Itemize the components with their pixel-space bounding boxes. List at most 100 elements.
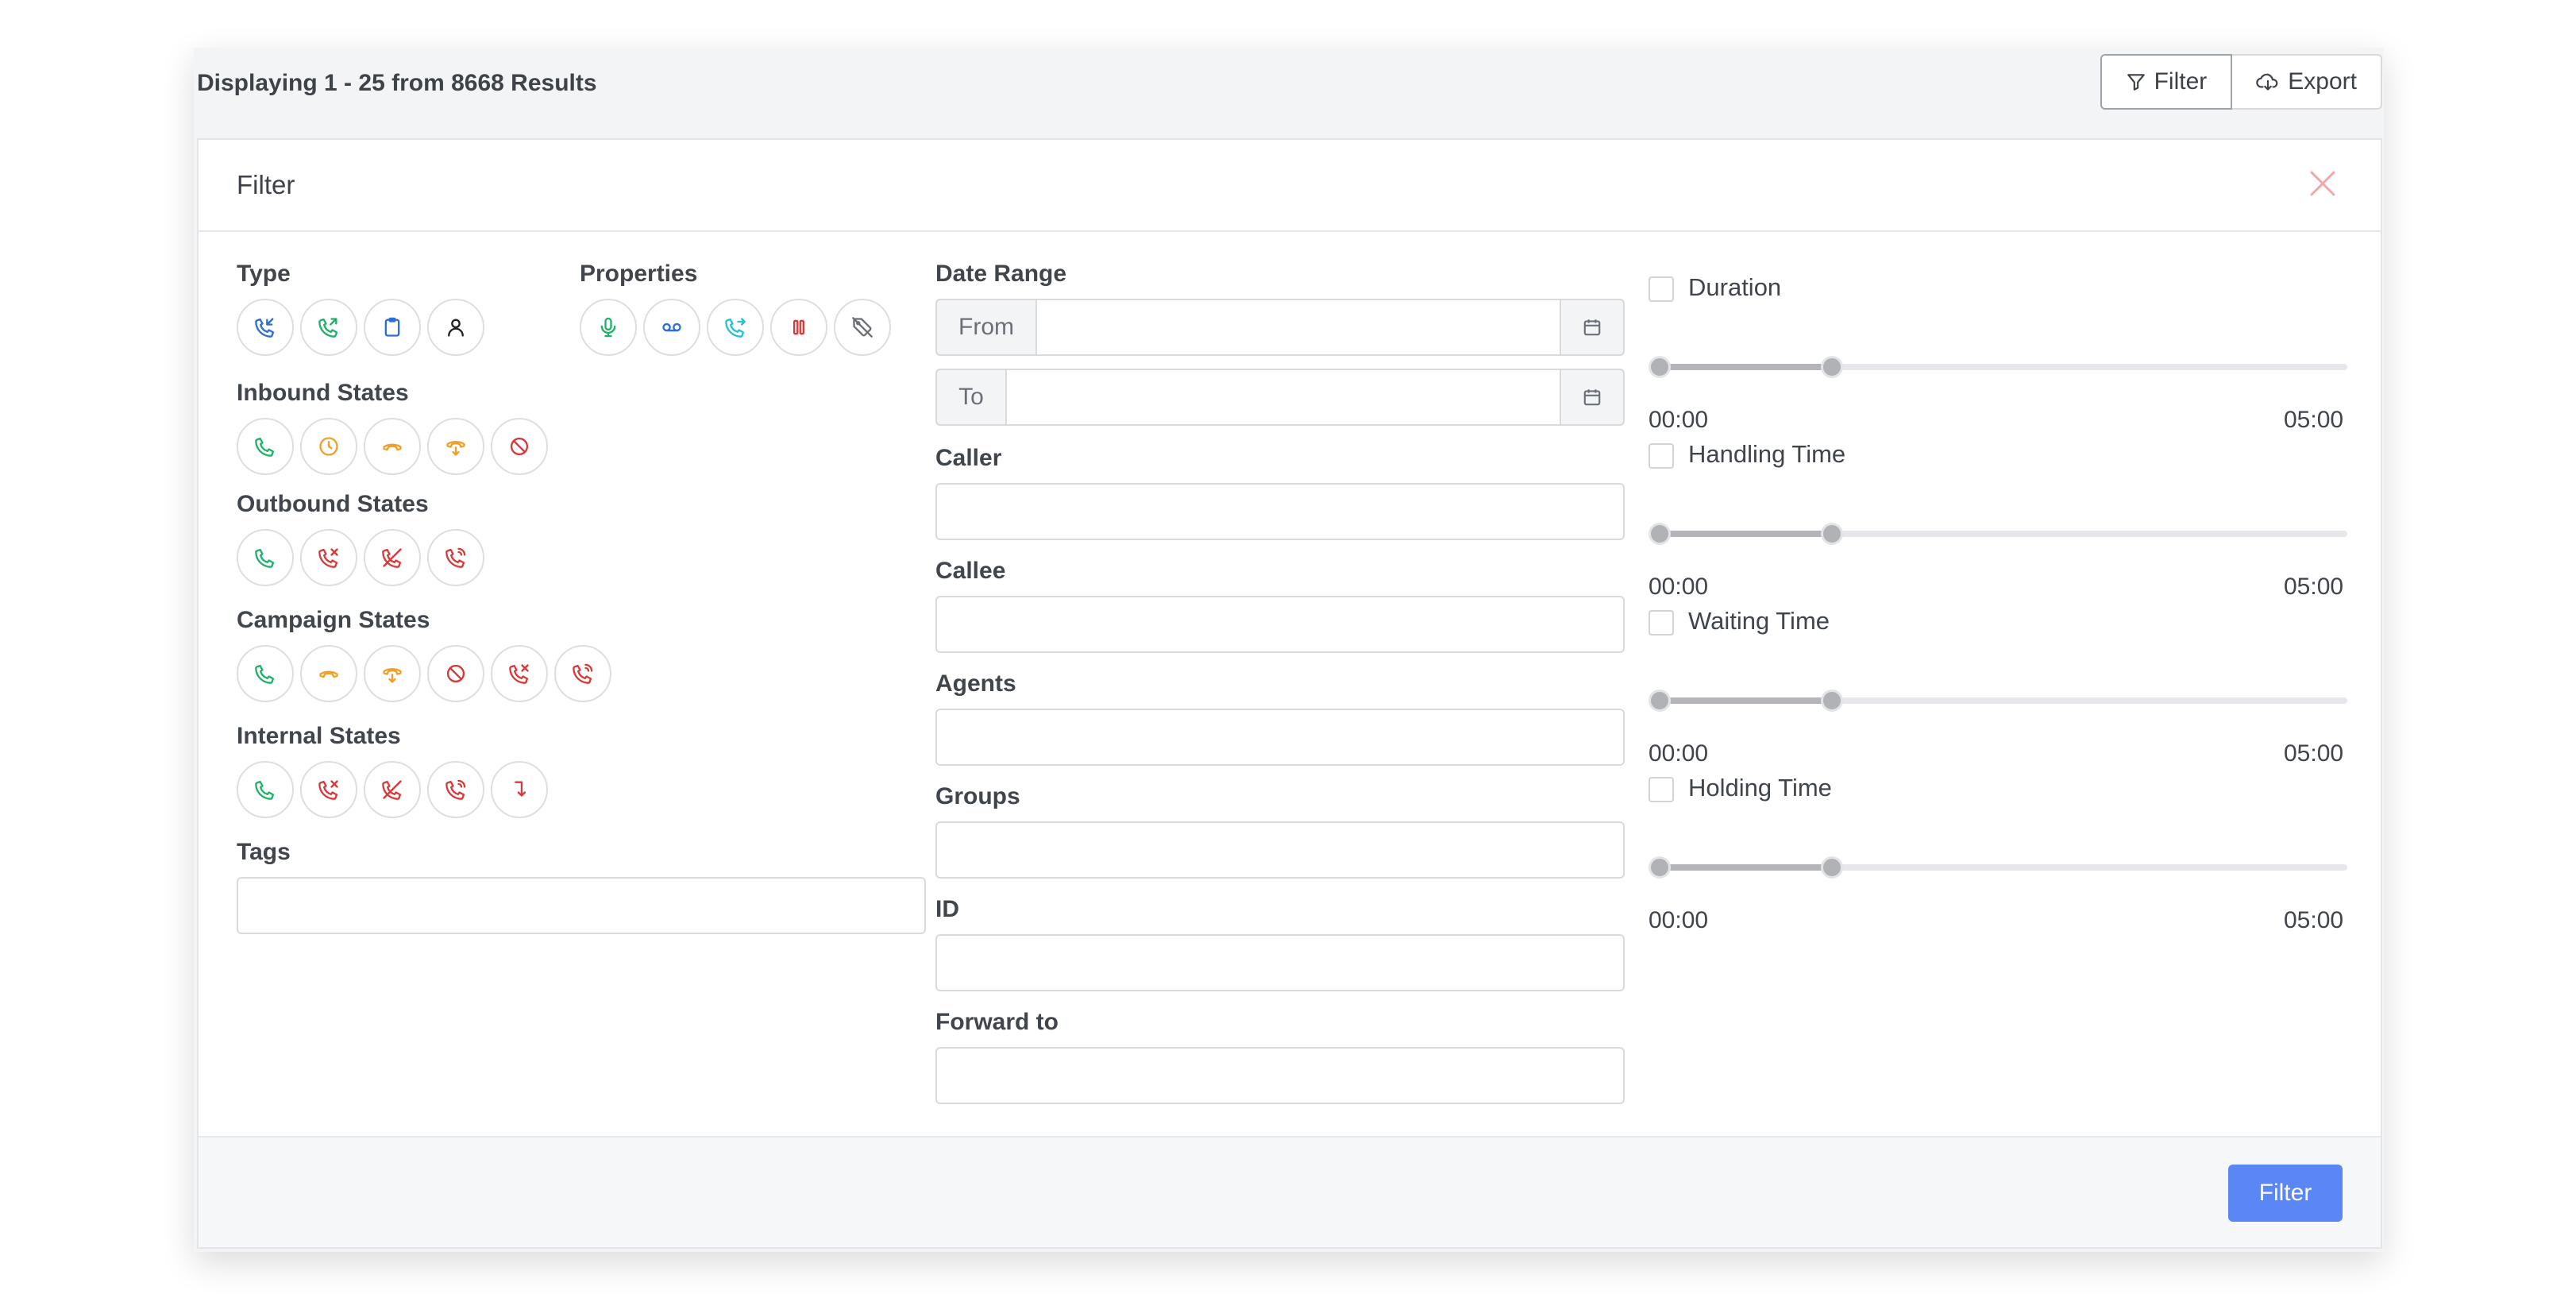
microphone-icon <box>600 317 616 338</box>
date-to-input[interactable] <box>1007 370 1560 424</box>
tags-label: Tags <box>237 839 291 865</box>
date-range-label: Date Range <box>935 261 1067 287</box>
campaign-abandoned-button[interactable] <box>300 645 357 702</box>
forward-to-label: Forward to <box>935 1009 1059 1035</box>
forward-to-input[interactable] <box>935 1047 1625 1104</box>
inbound-voicemail-button[interactable] <box>427 418 484 475</box>
duration-slider-min-handle[interactable] <box>1649 356 1671 378</box>
waiting-time-slider-max-handle[interactable] <box>1820 690 1843 712</box>
tags-input[interactable] <box>237 877 926 934</box>
id-input[interactable] <box>935 934 1625 991</box>
caller-input[interactable] <box>935 483 1625 540</box>
holding-time-checkbox[interactable] <box>1649 777 1674 802</box>
filter-toggle-button[interactable]: Filter <box>2100 54 2233 110</box>
callee-input[interactable] <box>935 596 1625 653</box>
outbound-state-icons <box>237 529 484 586</box>
handling-time-slider-min-handle[interactable] <box>1649 523 1671 545</box>
internal-states-label: Internal States <box>237 723 401 749</box>
properties-label: Properties <box>580 261 698 287</box>
internal-failed-button[interactable] <box>300 761 357 818</box>
inbound-waiting-button[interactable] <box>300 418 357 475</box>
inbound-abandoned-button[interactable] <box>364 418 421 475</box>
handling-time-slider-fill <box>1660 531 1832 537</box>
inbound-rejected-button[interactable] <box>491 418 548 475</box>
campaign-rejected-button[interactable] <box>427 645 484 702</box>
duration-checkbox[interactable] <box>1649 276 1674 302</box>
voicemail-icon <box>662 323 681 332</box>
phone-icon <box>255 437 275 457</box>
internal-forwarded-button[interactable] <box>491 761 548 818</box>
internal-busy-button[interactable] <box>427 761 484 818</box>
campaign-voicemail-button[interactable] <box>364 645 421 702</box>
holding-time-slider-min-handle[interactable] <box>1649 856 1671 879</box>
inbound-call-type-button[interactable] <box>237 299 294 356</box>
inbound-states-label: Inbound States <box>237 380 409 406</box>
phone-forward-icon <box>725 318 746 338</box>
callee-label: Callee <box>935 558 1006 584</box>
waiting-time-slider-min-handle[interactable] <box>1649 690 1671 712</box>
handling-time-checkbox[interactable] <box>1649 443 1674 469</box>
date-from-input[interactable] <box>1037 300 1560 354</box>
phone-hangup-down-icon <box>383 667 402 683</box>
phone-outgoing-icon <box>318 318 338 338</box>
hold-property-button[interactable] <box>770 299 827 356</box>
filter-icon <box>2127 74 2145 91</box>
handling-time-min-value: 00:00 <box>1649 574 1709 600</box>
waiting-time-checkbox[interactable] <box>1649 610 1674 635</box>
date-to-label: To <box>937 370 1007 424</box>
forwarded-property-button[interactable] <box>707 299 764 356</box>
pause-icon <box>793 319 804 335</box>
agents-input[interactable] <box>935 709 1625 766</box>
clipboard-icon <box>384 317 400 337</box>
outbound-call-type-button[interactable] <box>300 299 357 356</box>
tag-off-icon <box>852 317 873 338</box>
filter-panel: Filter Type Properties Inbound States Ou… <box>197 138 2382 1249</box>
outbound-cancelled-button[interactable] <box>364 529 421 586</box>
date-from-calendar-button[interactable] <box>1560 300 1623 354</box>
date-to-calendar-button[interactable] <box>1560 370 1623 424</box>
results-count: Displaying 1 - 25 from 8668 Results <box>197 70 597 96</box>
holding-time-slider-max-handle[interactable] <box>1820 856 1843 879</box>
campaign-answered-button[interactable] <box>237 645 294 702</box>
toolbar: Filter Export <box>2100 54 2382 110</box>
duration-slider-max-handle[interactable] <box>1820 356 1843 378</box>
phone-icon <box>255 548 275 568</box>
filter-panel-header: Filter <box>199 140 2381 232</box>
clock-icon <box>319 437 338 456</box>
caller-label: Caller <box>935 445 1002 471</box>
waiting-time-label: Waiting Time <box>1688 607 1830 635</box>
internal-type-button[interactable] <box>427 299 484 356</box>
phone-off-icon <box>382 548 402 568</box>
user-icon <box>448 319 464 337</box>
holding-time-label: Holding Time <box>1688 774 1832 802</box>
internal-cancelled-button[interactable] <box>364 761 421 818</box>
campaign-type-button[interactable] <box>364 299 421 356</box>
export-button[interactable]: Export <box>2232 54 2382 110</box>
recording-property-button[interactable] <box>580 299 637 356</box>
cloud-download-icon <box>2256 73 2278 91</box>
duration-max-value: 05:00 <box>2284 407 2344 433</box>
outbound-answered-button[interactable] <box>237 529 294 586</box>
outbound-failed-button[interactable] <box>300 529 357 586</box>
internal-answered-button[interactable] <box>237 761 294 818</box>
results-card: Displaying 1 - 25 from 8668 Results Filt… <box>194 48 2384 1252</box>
inbound-answered-button[interactable] <box>237 418 294 475</box>
calendar-icon <box>1583 319 1601 336</box>
voicemail-property-button[interactable] <box>643 299 700 356</box>
internal-state-icons <box>237 761 548 818</box>
campaign-busy-button[interactable] <box>554 645 611 702</box>
campaign-failed-button[interactable] <box>491 645 548 702</box>
inbound-state-icons <box>237 418 548 475</box>
holding-time-slider-fill <box>1660 864 1832 871</box>
filter-panel-title: Filter <box>237 170 295 199</box>
tagged-property-button[interactable] <box>834 299 891 356</box>
groups-input[interactable] <box>935 821 1625 879</box>
holding-time-slider-track <box>1649 856 2347 879</box>
apply-filter-button[interactable]: Filter <box>2228 1165 2343 1222</box>
close-icon[interactable] <box>2304 165 2341 202</box>
properties-icons <box>580 299 891 356</box>
outbound-busy-button[interactable] <box>427 529 484 586</box>
phone-x-icon <box>318 780 338 800</box>
duration-slider-fill <box>1660 364 1832 370</box>
handling-time-slider-max-handle[interactable] <box>1820 523 1843 545</box>
